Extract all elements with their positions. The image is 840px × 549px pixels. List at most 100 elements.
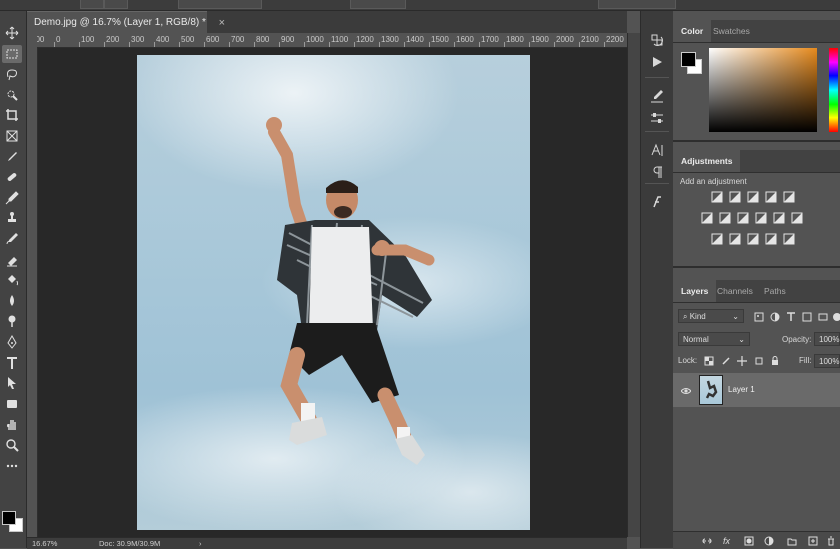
paragraph-icon[interactable] [647, 163, 667, 181]
threshold-icon[interactable] [747, 233, 759, 245]
vertical-scrollbar[interactable] [627, 33, 640, 537]
lock-artboard-icon[interactable] [753, 355, 764, 366]
paint-bucket-tool-icon[interactable] [2, 271, 22, 289]
healing-brush-tool-icon[interactable] [2, 168, 22, 186]
horizontal-ruler[interactable]: 1000100200300400500600700800900100011001… [37, 33, 627, 48]
move-tool-icon[interactable] [2, 24, 22, 42]
doc-size[interactable]: Doc: 30.9M/30.9M [99, 538, 160, 549]
eyedropper-tool-icon[interactable] [2, 148, 22, 166]
ruler-tick-label: 1500 [431, 35, 449, 44]
glyphs-icon[interactable] [647, 193, 667, 211]
tab-paths[interactable]: Paths [756, 280, 794, 302]
crop-tool-icon[interactable] [2, 106, 22, 124]
close-tab-icon[interactable]: × [219, 12, 225, 34]
fill-input[interactable]: 100% [814, 354, 840, 368]
photo-filter-icon[interactable] [755, 212, 767, 224]
lock-transparent-icon[interactable] [703, 355, 714, 366]
ruler-tick-mark [304, 42, 305, 47]
path-select-tool-icon[interactable] [2, 374, 22, 392]
foreground-color-swatch[interactable] [2, 511, 16, 525]
levels-icon[interactable] [729, 191, 741, 203]
tab-channels[interactable]: Channels [709, 280, 761, 302]
history-icon[interactable] [647, 31, 667, 49]
color-balance-icon[interactable] [719, 212, 731, 224]
opacity-input[interactable]: 100% [814, 332, 840, 346]
hue-sat-icon[interactable] [701, 212, 713, 224]
status-menu-icon[interactable]: › [199, 538, 202, 549]
brightness-icon[interactable] [711, 191, 723, 203]
rect-marquee-tool-icon[interactable] [2, 45, 22, 63]
gradient-map-icon[interactable] [783, 233, 795, 245]
eraser-tool-icon[interactable] [2, 251, 22, 269]
adjustment-layer-icon[interactable] [763, 535, 774, 546]
ruler-tick-label: 2200 [606, 35, 624, 44]
option-button[interactable] [104, 0, 128, 9]
link-layers-icon[interactable] [701, 535, 712, 546]
option-style-select[interactable] [350, 0, 406, 9]
exposure-icon[interactable] [765, 191, 777, 203]
eye-visibility-icon[interactable] [680, 385, 691, 396]
add-mask-icon[interactable] [743, 535, 754, 546]
color-lookup-icon[interactable] [791, 212, 803, 224]
new-layer-icon[interactable] [807, 535, 818, 546]
tab-adjustments[interactable]: Adjustments [673, 150, 740, 172]
clone-stamp-tool-icon[interactable] [2, 209, 22, 227]
frame-tool-icon[interactable] [2, 127, 22, 145]
option-field[interactable] [178, 0, 262, 9]
quick-select-tool-icon[interactable] [2, 86, 22, 104]
blur-tool-icon[interactable] [2, 292, 22, 310]
delete-layer-icon[interactable] [825, 535, 836, 546]
history-brush-tool-icon[interactable] [2, 230, 22, 248]
channel-mixer-icon[interactable] [773, 212, 785, 224]
zoom-level[interactable]: 16.67% [32, 538, 57, 549]
type-tool-icon[interactable] [2, 354, 22, 372]
layer-name[interactable]: Layer 1 [728, 385, 755, 394]
filter-shape-icon[interactable] [801, 311, 812, 322]
ruler-tick-mark [279, 42, 280, 47]
dodge-tool-icon[interactable] [2, 312, 22, 330]
zoom-tool-icon[interactable] [2, 436, 22, 454]
filter-toggle-icon[interactable] [831, 311, 840, 322]
curves-icon[interactable] [747, 191, 759, 203]
black-white-icon[interactable] [737, 212, 749, 224]
character-icon[interactable] [647, 141, 667, 159]
invert-icon[interactable] [711, 233, 723, 245]
pen-tool-icon[interactable] [2, 333, 22, 351]
selective-color-icon[interactable] [765, 233, 777, 245]
picker-foreground-swatch[interactable] [681, 52, 696, 67]
lasso-tool-icon[interactable] [2, 65, 22, 83]
filter-pixel-icon[interactable] [753, 311, 764, 322]
tab-swatches[interactable]: Swatches [705, 20, 758, 42]
fx-icon[interactable]: fx [721, 535, 732, 546]
hand-tool-icon[interactable] [2, 415, 22, 433]
more-tools-icon[interactable] [2, 457, 22, 475]
rectangle-tool-icon[interactable] [2, 395, 22, 413]
document-image[interactable] [137, 55, 530, 530]
ruler-tick-mark [54, 42, 55, 47]
lock-image-icon[interactable] [720, 355, 731, 366]
lock-label: Lock: [678, 356, 697, 365]
filter-type-icon[interactable] [785, 311, 796, 322]
posterize-icon[interactable] [729, 233, 741, 245]
option-button[interactable] [80, 0, 104, 9]
filter-smart-object-icon[interactable] [817, 311, 828, 322]
brush-tool-icon[interactable] [2, 189, 22, 207]
filter-adjustment-icon[interactable] [769, 311, 780, 322]
ruler-tick-label: 400 [156, 35, 169, 44]
vertical-ruler[interactable] [27, 47, 38, 537]
layer-filter-kind-select[interactable]: ⌕ Kind ⌄ [678, 309, 744, 323]
select-and-mask-button[interactable] [598, 0, 676, 9]
vibrance-icon[interactable] [783, 191, 795, 203]
properties-icon[interactable] [647, 109, 667, 127]
brush-settings-icon[interactable] [647, 87, 667, 105]
lock-all-icon[interactable] [769, 355, 780, 366]
lock-position-icon[interactable] [736, 355, 747, 366]
blend-mode-select[interactable]: Normal ⌄ [678, 332, 750, 346]
hue-slider[interactable] [829, 48, 838, 132]
new-group-icon[interactable] [786, 535, 797, 546]
ruler-tick-label: 1300 [381, 35, 399, 44]
actions-play-icon[interactable] [647, 53, 667, 71]
panel-divider [673, 266, 840, 268]
color-field[interactable] [709, 48, 817, 132]
document-tab[interactable]: Demo.jpg @ 16.7% (Layer 1, RGB/8) * × [27, 11, 207, 33]
